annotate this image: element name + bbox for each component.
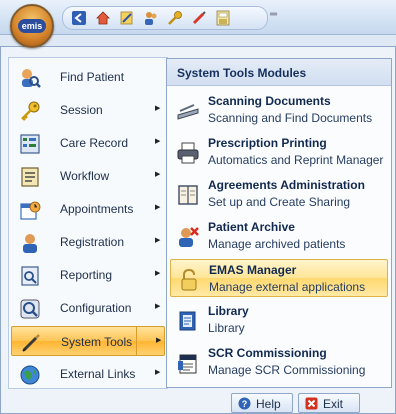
- submenu-item-title: Prescription Printing: [208, 136, 327, 150]
- registration-icon: [23, 234, 37, 253]
- pen-icon[interactable]: [191, 10, 207, 26]
- application-menu: Find Patient Session ▶ Care Record ▶ Wor…: [0, 46, 396, 414]
- home-icon[interactable]: [95, 10, 111, 26]
- key-icon: [21, 101, 40, 121]
- menu-item-reporting[interactable]: Reporting ▶: [11, 260, 165, 290]
- menu-item-label: Session: [60, 103, 103, 117]
- appointments-icon: [20, 201, 41, 220]
- exit-label: Exit: [323, 397, 344, 411]
- menu-item-label: Registration: [60, 235, 125, 249]
- library-icon: [179, 311, 196, 331]
- scr-icon: [178, 354, 197, 374]
- configuration-icon: [20, 299, 40, 319]
- menu-item-label: Find Patient: [60, 70, 125, 84]
- customize-toolbar-dropdown[interactable]: ═: [270, 9, 277, 20]
- submenu-item-scr-commissioning[interactable]: SCR Commissioning Manage SCR Commissioni…: [170, 343, 388, 381]
- app-menu-orb[interactable]: emis: [10, 4, 54, 48]
- back-icon[interactable]: [71, 10, 87, 26]
- menu-item-care-record[interactable]: Care Record ▶: [11, 128, 165, 158]
- help-label: Help: [256, 397, 281, 411]
- submenu-arrow-icon: ▶: [156, 337, 162, 344]
- submenu-item-title: EMAS Manager: [209, 263, 297, 277]
- submenu-item-description: Automatics and Reprint Manager: [208, 153, 384, 167]
- submenu-item-prescription-printing[interactable]: Prescription Printing Automatics and Rep…: [170, 133, 388, 171]
- menu-item-configuration[interactable]: Configuration ▶: [11, 293, 165, 323]
- submenu-arrow-icon: ▶: [155, 105, 161, 112]
- menu-item-find-patient[interactable]: Find Patient: [11, 62, 165, 92]
- scanner-icon: [177, 104, 199, 120]
- submenu-title: System Tools Modules: [177, 66, 307, 80]
- submenu-arrow-icon: ▶: [155, 369, 161, 376]
- people-icon[interactable]: [143, 10, 159, 26]
- find-patient-icon: [22, 69, 41, 88]
- svg-text:?: ?: [242, 399, 248, 409]
- submenu-item-patient-archive[interactable]: Patient Archive Manage archived patients: [170, 217, 388, 255]
- submenu-arrow-icon: ▶: [155, 303, 161, 310]
- exit-icon: [305, 397, 318, 410]
- edit-icon[interactable]: [119, 10, 135, 26]
- padlock-icon: [181, 268, 197, 291]
- submenu-item-title: Library: [208, 304, 249, 318]
- submenu-arrow-icon: ▶: [155, 204, 161, 211]
- menu-item-label: System Tools: [61, 335, 133, 349]
- menu-item-external-links[interactable]: External Links ▶: [11, 359, 165, 389]
- submenu-item-title: Agreements Administration: [208, 178, 365, 192]
- menu-item-label: Workflow: [60, 169, 110, 183]
- menu-item-workflow[interactable]: Workflow ▶: [11, 161, 165, 191]
- care-record-icon: [20, 134, 40, 154]
- submenu-arrow-icon: ▶: [155, 237, 161, 244]
- key-icon[interactable]: [167, 10, 183, 26]
- help-icon: ?: [238, 397, 251, 410]
- submenu-item-description: Set up and Create Sharing: [208, 195, 351, 209]
- submenu-item-description: Manage external applications: [209, 280, 366, 294]
- submenu-item-description: Library: [208, 321, 245, 335]
- menu-item-session[interactable]: Session ▶: [11, 95, 165, 125]
- menu-item-label: Reporting: [60, 268, 113, 282]
- menu-item-label: Appointments: [60, 202, 134, 216]
- emis-logo: emis: [18, 19, 46, 33]
- submenu-arrow-icon: ▶: [155, 270, 161, 277]
- submenu-item-description: Manage archived patients: [208, 237, 346, 251]
- system-tools-submenu: System Tools Modules Scanning Documents …: [166, 58, 392, 388]
- submenu-item-description: Scanning and Find Documents: [208, 111, 373, 125]
- submenu-item-scanning-documents[interactable]: Scanning Documents Scanning and Find Doc…: [170, 91, 388, 129]
- reporting-icon: [21, 266, 39, 286]
- patient-archive-icon: [179, 227, 199, 247]
- submenu-arrow-icon: ▶: [155, 138, 161, 145]
- menu-item-appointments[interactable]: Appointments ▶: [11, 194, 165, 224]
- menu-footer: ? Help Exit: [1, 393, 395, 413]
- book-icon: [178, 185, 198, 205]
- submenu-header: System Tools Modules: [167, 59, 391, 86]
- menu-item-label: Care Record: [60, 136, 129, 150]
- main-menu-list: Find Patient Session ▶ Care Record ▶ Wor…: [8, 57, 168, 389]
- help-button[interactable]: ? Help: [231, 393, 293, 413]
- save-icon[interactable]: [215, 10, 231, 26]
- system-tools-icon: [22, 334, 40, 352]
- menu-item-registration[interactable]: Registration ▶: [11, 227, 165, 257]
- external-links-icon: [20, 365, 40, 385]
- menu-item-label: External Links: [60, 367, 136, 381]
- menu-item-label: Configuration: [60, 301, 132, 315]
- menu-item-system-tools[interactable]: System Tools ▶: [11, 326, 165, 356]
- submenu-item-title: SCR Commissioning: [208, 346, 327, 360]
- title-bar: emis ═: [0, 0, 396, 48]
- submenu-item-agreements-administration[interactable]: Agreements Administration Set up and Cre…: [170, 175, 388, 213]
- submenu-item-library[interactable]: Library Library: [170, 301, 388, 339]
- exit-button[interactable]: Exit: [298, 393, 360, 413]
- submenu-arrow-icon: ▶: [155, 171, 161, 178]
- workflow-icon: [21, 167, 39, 187]
- printer-icon: [177, 142, 199, 164]
- submenu-item-emas-manager[interactable]: EMAS Manager Manage external application…: [170, 259, 388, 297]
- submenu-item-title: Scanning Documents: [208, 94, 331, 108]
- submenu-item-description: Manage SCR Commissioning: [208, 363, 366, 377]
- submenu-item-title: Patient Archive: [208, 220, 295, 234]
- quick-access-toolbar: [62, 6, 268, 30]
